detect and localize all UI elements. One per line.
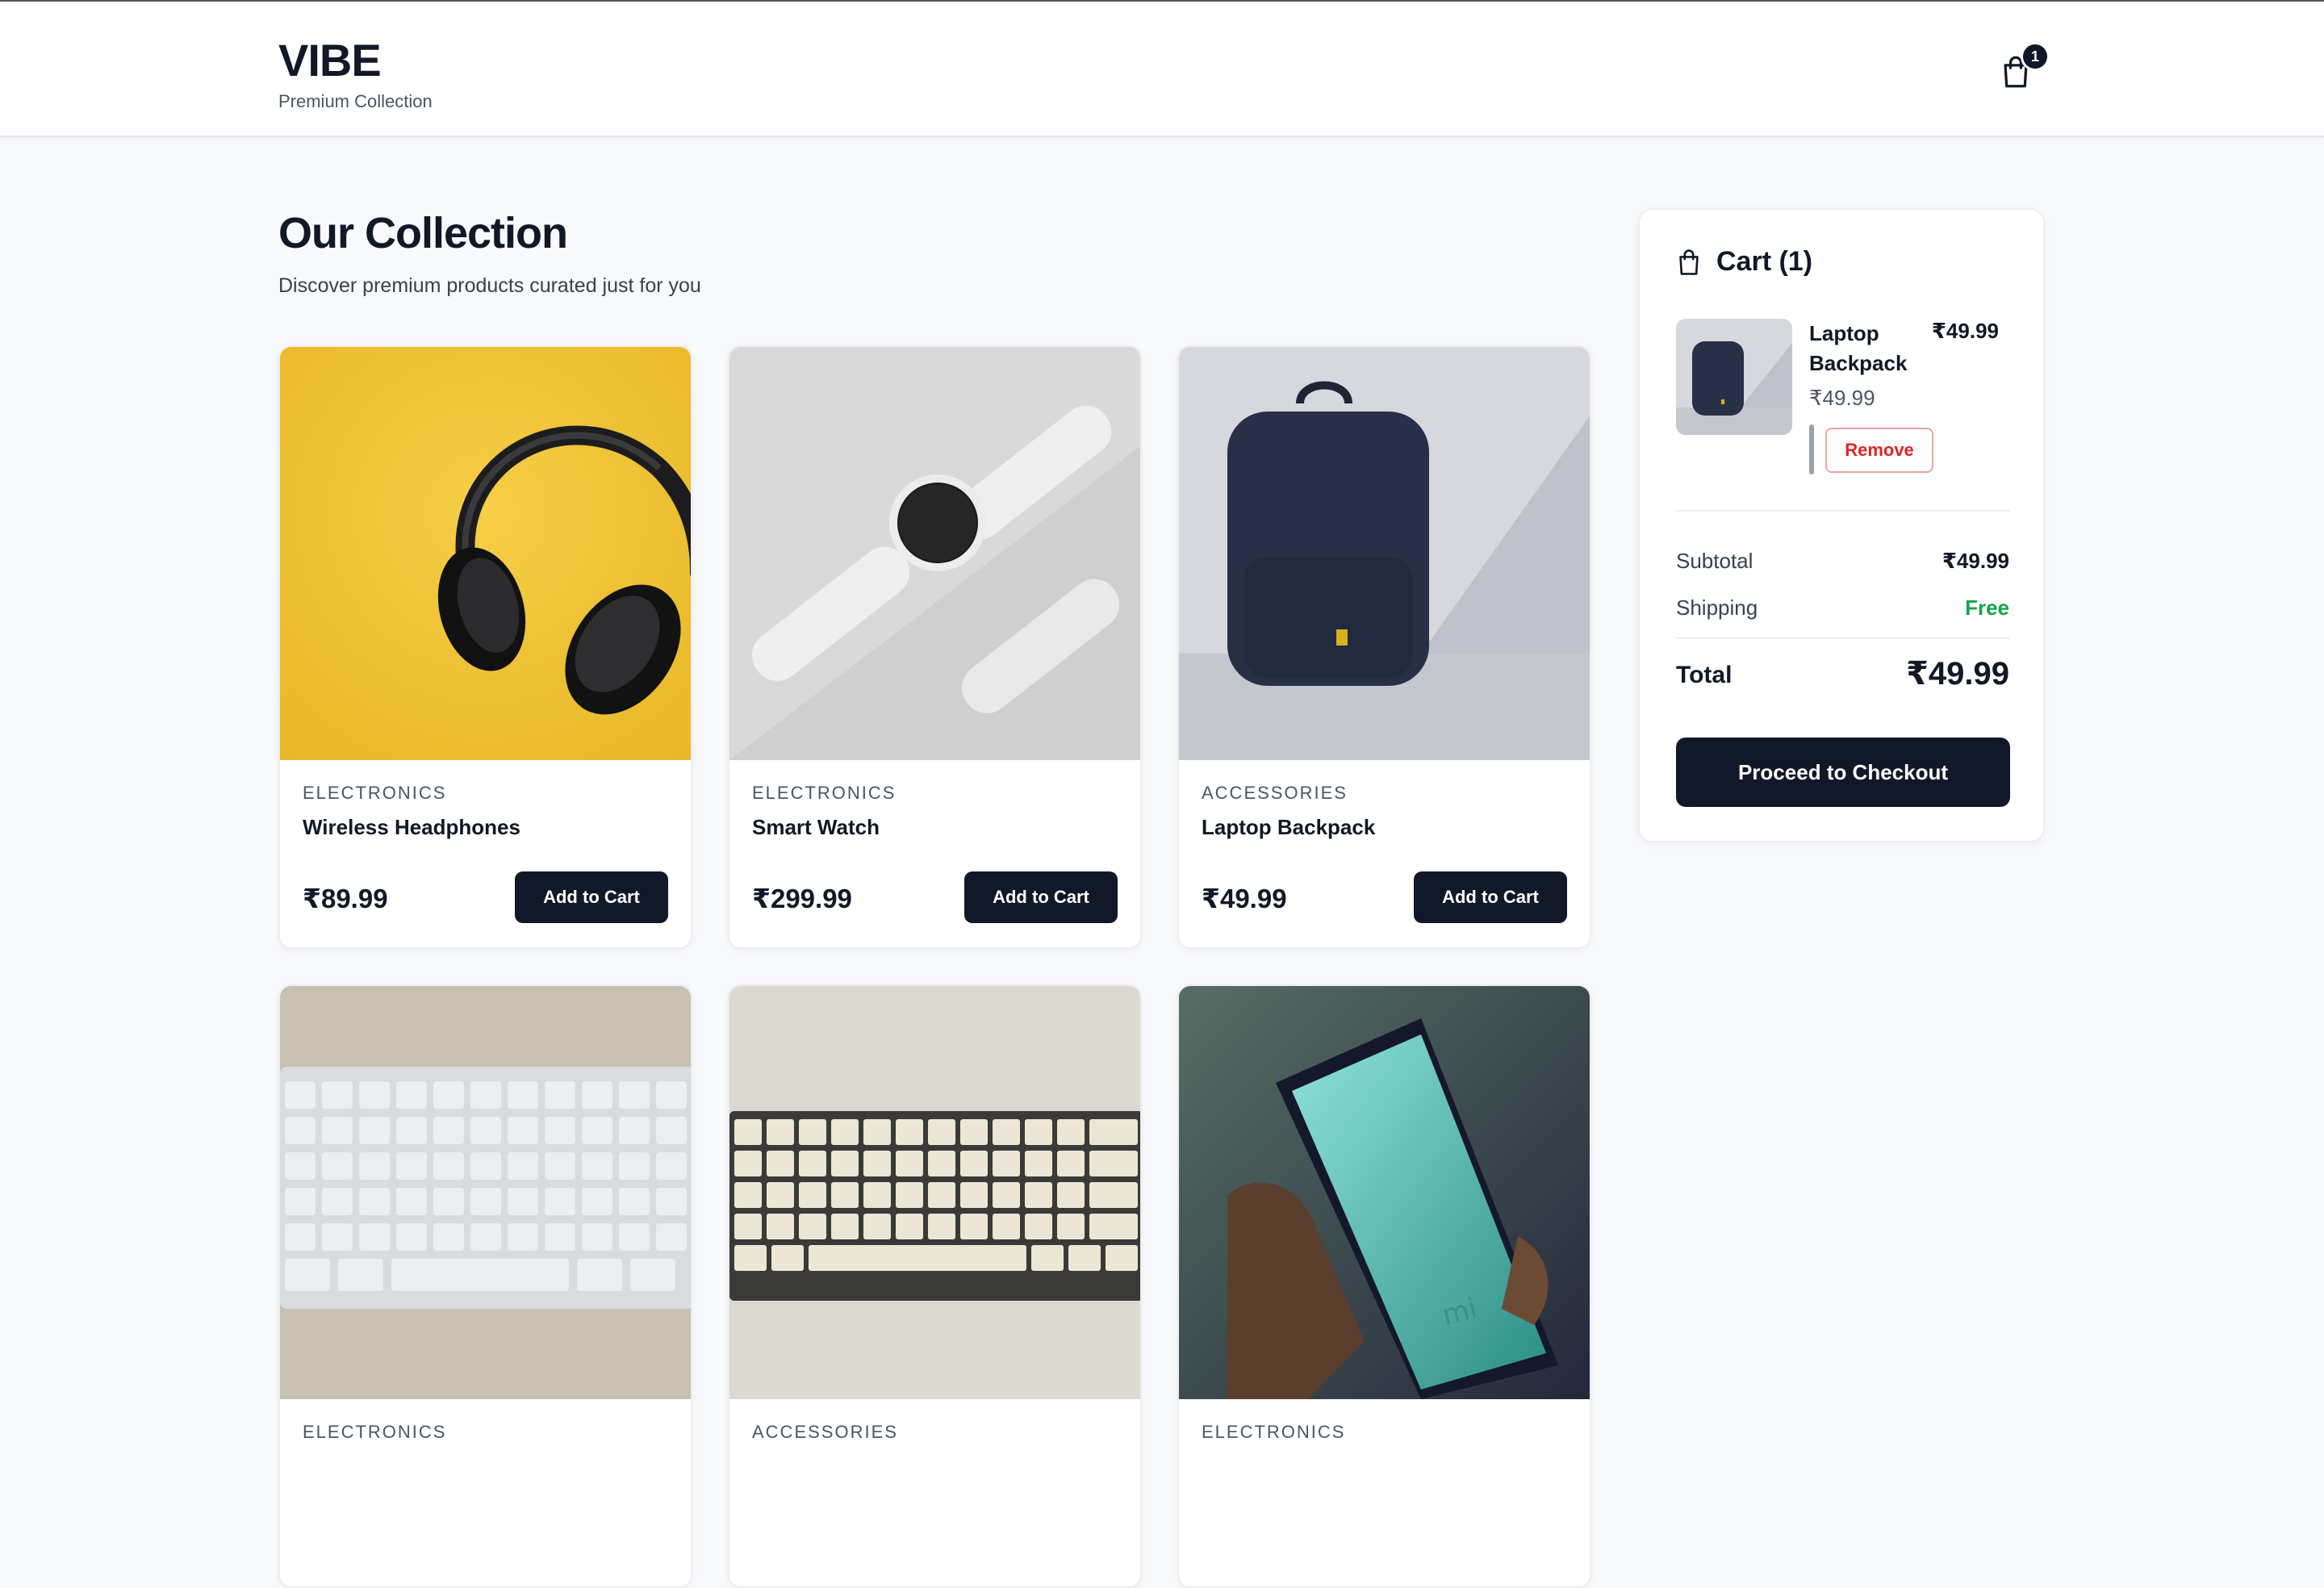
cart-title-text: Cart (1) [1716, 246, 1813, 277]
add-to-cart-button[interactable]: Add to Cart [964, 871, 1118, 923]
headphones-image[interactable] [280, 347, 691, 760]
product-info: ELECTRONICS Wireless Headphones ₹89.99 A… [280, 760, 691, 947]
product-name[interactable]: Wireless Headphones [303, 815, 520, 840]
product-card[interactable]: ELECTRONICS Smart Watch ₹299.99 Add to C… [728, 345, 1142, 949]
product-category: ELECTRONICS [303, 783, 447, 803]
shopping-bag-icon [1679, 249, 1699, 275]
cart-item-thumbnail [1676, 319, 1792, 435]
product-card[interactable]: ELECTRONICS Wireless Headphones ₹89.99 A… [278, 345, 692, 949]
phone-illustration: mi [1179, 986, 1590, 1399]
cart-panel: Cart (1) Laptop Backpack ₹49.99 ₹49.99 R… [1638, 208, 2045, 842]
remove-item-button[interactable]: Remove [1825, 428, 1933, 473]
mechanical-keyboard-image[interactable] [729, 986, 1140, 1399]
product-info: ACCESSORIES Laptop Backpack ₹49.99 Add t… [1179, 760, 1590, 947]
cart-item-unit-price: ₹49.99 [1809, 386, 1875, 410]
headphones-illustration [280, 347, 691, 760]
checkout-button[interactable]: Proceed to Checkout [1676, 738, 2010, 807]
product-info: ELECTRONICS [280, 1399, 691, 1586]
smartwatch-illustration [729, 347, 1140, 760]
subtotal-label: Subtotal [1676, 549, 1753, 573]
backpack-image[interactable] [1179, 347, 1590, 760]
page-title: Our Collection [278, 209, 568, 257]
product-category: ELECTRONICS [752, 783, 897, 803]
total-value: ₹49.99 [1906, 656, 2009, 692]
product-category: ELECTRONICS [1202, 1422, 1346, 1442]
shipping-label: Shipping [1676, 596, 1758, 620]
product-info: ELECTRONICS Smart Watch ₹299.99 Add to C… [729, 760, 1140, 947]
product-name[interactable]: Laptop Backpack [1202, 815, 1375, 840]
product-info: ACCESSORIES [729, 1399, 1140, 1586]
brand-tagline: Premium Collection [278, 91, 433, 111]
cart-count-badge: 1 [2021, 42, 2050, 71]
product-price: ₹299.99 [752, 884, 852, 913]
divider [1676, 637, 2010, 639]
backpack-thumbnail [1676, 319, 1792, 435]
keyboard-illustration [280, 986, 691, 1399]
product-name[interactable]: Smart Watch [752, 815, 880, 840]
product-price: ₹89.99 [303, 884, 388, 913]
mechanical-keyboard-illustration [729, 986, 1140, 1399]
cart-item-name: Laptop Backpack [1809, 321, 1908, 375]
total-label: Total [1676, 662, 1733, 688]
subtotal-value: ₹49.99 [1942, 549, 2009, 573]
backpack-illustration [1179, 347, 1590, 760]
product-card[interactable]: ACCESSORIES [728, 984, 1142, 1588]
page-subtitle: Discover premium products curated just f… [278, 274, 701, 297]
keyboard-image[interactable] [280, 986, 691, 1399]
product-card[interactable]: ACCESSORIES Laptop Backpack ₹49.99 Add t… [1177, 345, 1591, 949]
product-card[interactable]: mi ELECTRONICS [1177, 984, 1591, 1588]
brand[interactable]: VIBE Premium Collection [278, 34, 433, 112]
product-category: ACCESSORIES [752, 1422, 898, 1442]
site-header: VIBE Premium Collection 1 [0, 0, 2324, 137]
cart-item-divider [1809, 424, 1814, 474]
shipping-value: Free [1965, 596, 2009, 620]
add-to-cart-button[interactable]: Add to Cart [1414, 871, 1567, 923]
product-price: ₹49.99 [1202, 884, 1287, 913]
cart-button[interactable]: 1 [1993, 42, 2050, 90]
product-category: ELECTRONICS [303, 1422, 447, 1442]
product-card[interactable]: ELECTRONICS [278, 984, 692, 1588]
smartwatch-image[interactable] [729, 347, 1140, 760]
divider [1676, 510, 2010, 512]
cart-item-line-total: ₹49.99 [1931, 319, 1999, 343]
phone-image[interactable]: mi [1179, 986, 1590, 1399]
add-to-cart-button[interactable]: Add to Cart [515, 871, 668, 923]
cart-title: Cart (1) [1676, 246, 1812, 278]
product-category: ACCESSORIES [1202, 783, 1348, 803]
brand-logo[interactable]: VIBE [278, 34, 433, 86]
product-info: ELECTRONICS [1179, 1399, 1590, 1586]
